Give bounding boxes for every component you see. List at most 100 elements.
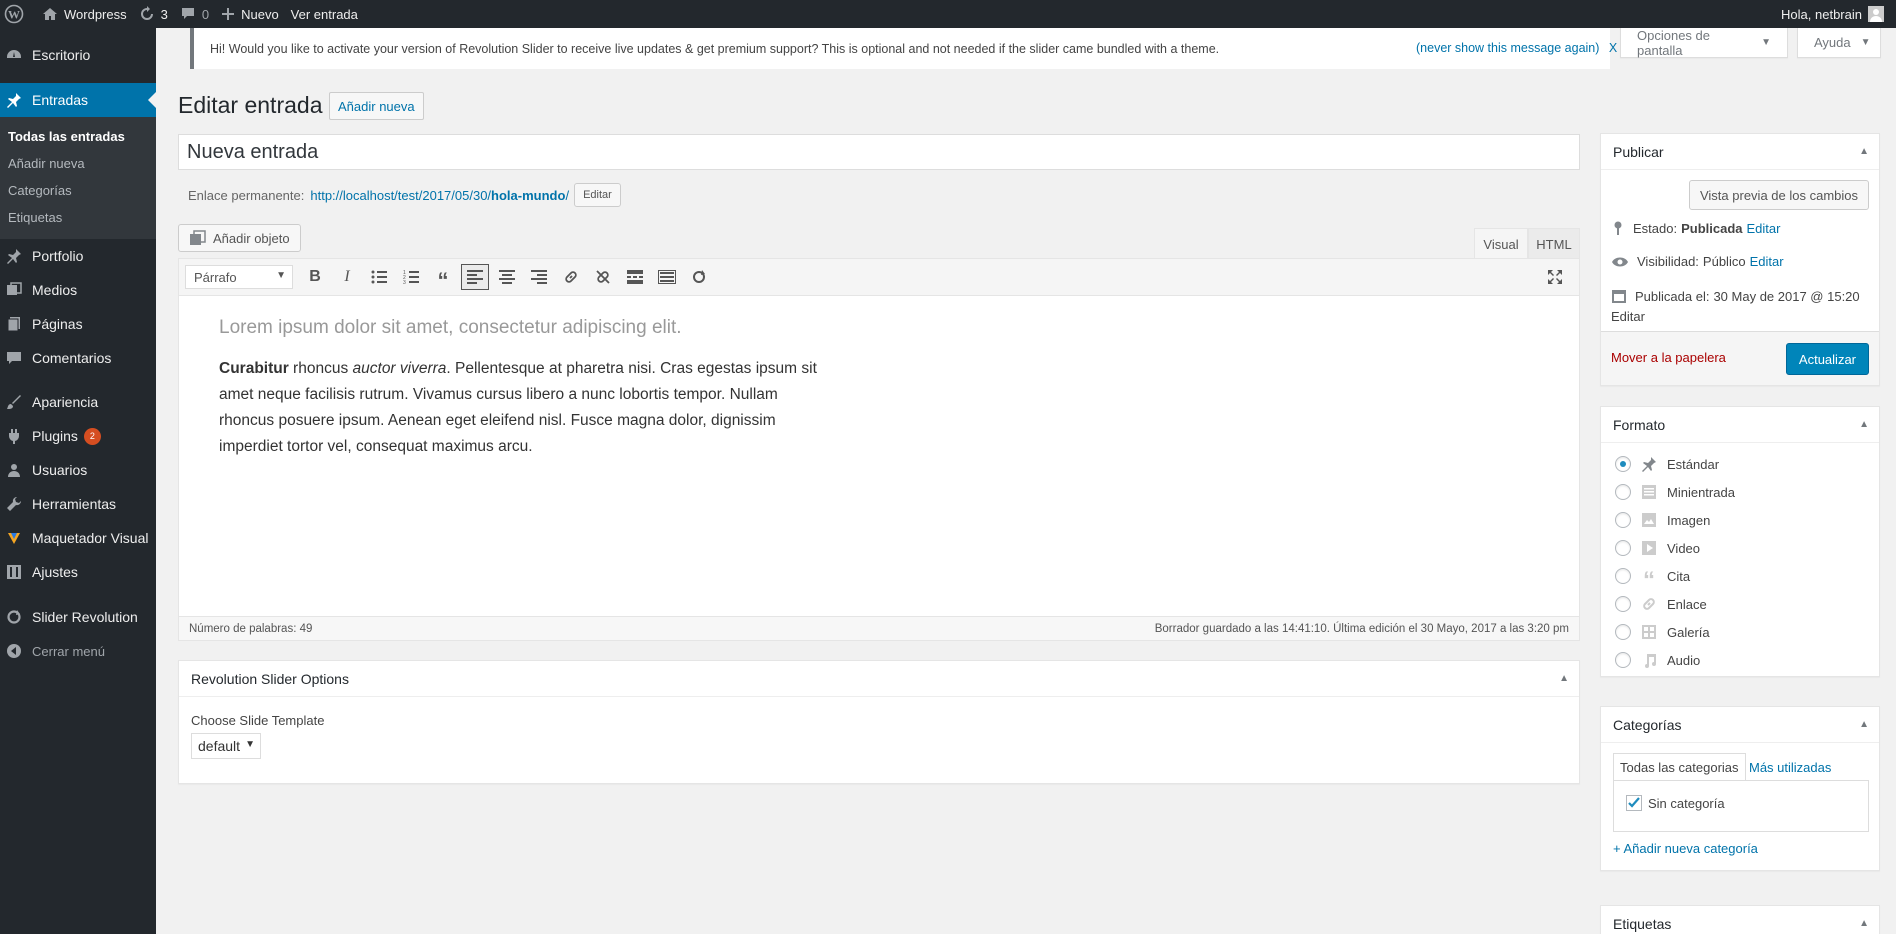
read-more-button[interactable] bbox=[621, 264, 649, 290]
format-option-aside[interactable]: Minientrada bbox=[1615, 482, 1735, 502]
notice-dismiss-link[interactable]: (never show this message again) bbox=[1416, 41, 1599, 55]
format-select[interactable]: Párrafo ▼ bbox=[185, 265, 293, 289]
new-label: Nuevo bbox=[241, 6, 279, 22]
tab-all-categories[interactable]: Todas las categorias bbox=[1613, 753, 1746, 781]
format-radio[interactable] bbox=[1615, 456, 1631, 472]
sidebar-item-usuarios[interactable]: Usuarios bbox=[0, 453, 156, 487]
edit-status-link[interactable]: Editar bbox=[1747, 221, 1781, 236]
format-box-title[interactable]: Formato bbox=[1601, 407, 1879, 443]
my-account-link[interactable]: Hola, netbrain bbox=[1775, 0, 1890, 28]
tab-html[interactable]: HTML bbox=[1528, 228, 1580, 259]
preview-changes-button[interactable]: Vista previa de los cambios bbox=[1688, 180, 1869, 210]
format-radio[interactable] bbox=[1615, 512, 1631, 528]
help-button[interactable]: Ayuda ▼ bbox=[1797, 28, 1881, 58]
format-option-video[interactable]: Video bbox=[1615, 538, 1700, 558]
submenu-tags[interactable]: Etiquetas bbox=[0, 204, 156, 231]
publish-box: Publicar ▲ Vista previa de los cambios E… bbox=[1600, 133, 1880, 386]
view-post-link[interactable]: Ver entrada bbox=[285, 0, 364, 28]
slide-template-select[interactable]: default ▼ bbox=[191, 733, 261, 759]
sidebar-item-escritorio[interactable]: Escritorio bbox=[0, 38, 156, 72]
notice-close-button[interactable]: X bbox=[1609, 41, 1617, 55]
format-option-quote[interactable]: “ Cita bbox=[1615, 566, 1690, 593]
editor-content[interactable]: Lorem ipsum dolor sit amet, consectetur … bbox=[219, 317, 819, 460]
triangle-up-icon[interactable]: ▲ bbox=[1859, 419, 1869, 430]
sidebar-item-entradas[interactable]: Entradas bbox=[0, 83, 156, 117]
permalink-link[interactable]: http://localhost/test/2017/05/30/hola-mu… bbox=[310, 188, 569, 203]
new-content-link[interactable]: Nuevo bbox=[215, 0, 285, 28]
sidebar-item-ajustes[interactable]: Ajustes bbox=[0, 555, 156, 589]
sidebar-item-label: Entradas bbox=[32, 92, 89, 108]
format-radio[interactable] bbox=[1615, 596, 1631, 612]
publish-box-title[interactable]: Publicar bbox=[1601, 134, 1879, 170]
format-radio[interactable] bbox=[1615, 624, 1631, 640]
comments-link[interactable]: 0 bbox=[174, 0, 215, 28]
read-more-icon bbox=[627, 270, 643, 284]
sidebar-item-comentarios[interactable]: Comentarios bbox=[0, 341, 156, 375]
screen-options-button[interactable]: Opciones de pantalla ▼ bbox=[1620, 28, 1788, 58]
sidebar-item-paginas[interactable]: Páginas bbox=[0, 307, 156, 341]
format-radio[interactable] bbox=[1615, 652, 1631, 668]
add-media-button[interactable]: Añadir objeto bbox=[178, 224, 301, 252]
format-option-gallery[interactable]: Galería bbox=[1615, 622, 1710, 642]
bold-button[interactable]: B bbox=[301, 264, 329, 290]
tab-visual[interactable]: Visual bbox=[1474, 228, 1528, 259]
move-to-trash-link[interactable]: Mover a la papelera bbox=[1611, 350, 1726, 365]
checkmark-icon bbox=[1628, 797, 1640, 808]
add-new-category-link[interactable]: + Añadir nueva categoría bbox=[1613, 841, 1758, 856]
format-option-standard[interactable]: Estándar bbox=[1615, 454, 1719, 474]
sidebar-item-maquetador-visual[interactable]: Maquetador Visual bbox=[0, 521, 156, 555]
sidebar-item-slider-revolution[interactable]: Slider Revolution bbox=[0, 600, 156, 634]
submenu-all-posts[interactable]: Todas las entradas bbox=[0, 123, 156, 150]
edit-date-link[interactable]: Editar bbox=[1611, 309, 1645, 324]
updates-count: 3 bbox=[160, 6, 168, 22]
category-item[interactable]: Sin categoría bbox=[1626, 795, 1725, 811]
category-checkbox[interactable] bbox=[1626, 795, 1642, 811]
admin-bar: W Wordpress 3 0 Nuevo Ver entrada Hola, … bbox=[0, 0, 1896, 28]
triangle-up-icon[interactable]: ▲ bbox=[1559, 673, 1569, 684]
wordpress-logo-button[interactable]: W bbox=[0, 0, 36, 28]
edit-visibility-link[interactable]: Editar bbox=[1750, 254, 1784, 269]
format-option-image[interactable]: Imagen bbox=[1615, 510, 1710, 530]
tab-most-used[interactable]: Más utilizadas bbox=[1743, 753, 1837, 781]
revslider-options-title[interactable]: Revolution Slider Options bbox=[179, 661, 1579, 697]
remove-link-button[interactable] bbox=[589, 264, 617, 290]
align-left-button[interactable] bbox=[461, 264, 489, 290]
updates-link[interactable]: 3 bbox=[133, 0, 174, 28]
triangle-up-icon[interactable]: ▲ bbox=[1859, 719, 1869, 730]
format-radio[interactable] bbox=[1615, 540, 1631, 556]
help-label: Ayuda bbox=[1814, 35, 1851, 50]
fullscreen-button[interactable] bbox=[1541, 264, 1569, 290]
insert-link-button[interactable] bbox=[557, 264, 585, 290]
tags-box-title[interactable]: Etiquetas bbox=[1601, 906, 1879, 934]
numbered-list-button[interactable]: 123 bbox=[397, 264, 425, 290]
update-button[interactable]: Actualizar bbox=[1785, 343, 1869, 375]
sidebar-item-portfolio[interactable]: Portfolio bbox=[0, 239, 156, 273]
site-name-link[interactable]: Wordpress bbox=[36, 0, 133, 28]
triangle-up-icon[interactable]: ▲ bbox=[1859, 918, 1869, 929]
sidebar-item-medios[interactable]: Medios bbox=[0, 273, 156, 307]
categories-box-title[interactable]: Categorías bbox=[1601, 707, 1879, 743]
submenu-add-new[interactable]: Añadir nueva bbox=[0, 150, 156, 177]
blockquote-button[interactable]: “ bbox=[429, 264, 457, 292]
submenu-categories[interactable]: Categorías bbox=[0, 177, 156, 204]
sidebar-item-plugins[interactable]: Plugins 2 bbox=[0, 419, 156, 453]
format-radio[interactable] bbox=[1615, 568, 1631, 584]
add-new-post-button[interactable]: Añadir nueva bbox=[329, 92, 424, 120]
bullet-list-button[interactable] bbox=[365, 264, 393, 290]
collapse-menu-button[interactable]: Cerrar menú bbox=[0, 634, 156, 668]
triangle-up-icon[interactable]: ▲ bbox=[1859, 146, 1869, 157]
format-option-link[interactable]: Enlace bbox=[1615, 594, 1707, 614]
format-radio[interactable] bbox=[1615, 484, 1631, 500]
post-title-input[interactable]: Nueva entrada bbox=[178, 134, 1580, 170]
revslider-shortcode-button[interactable] bbox=[685, 264, 713, 290]
align-right-button[interactable] bbox=[525, 264, 553, 290]
sidebar-item-herramientas[interactable]: Herramientas bbox=[0, 487, 156, 521]
toolbar-toggle-button[interactable] bbox=[653, 264, 681, 290]
sidebar-item-apariencia[interactable]: Apariencia bbox=[0, 385, 156, 419]
format-select-value: Párrafo bbox=[194, 269, 237, 285]
numbered-list-icon: 123 bbox=[403, 270, 419, 284]
align-center-button[interactable] bbox=[493, 264, 521, 290]
permalink-edit-button[interactable]: Editar bbox=[574, 183, 621, 207]
format-option-audio[interactable]: Audio bbox=[1615, 650, 1700, 670]
italic-button[interactable]: I bbox=[333, 264, 361, 290]
